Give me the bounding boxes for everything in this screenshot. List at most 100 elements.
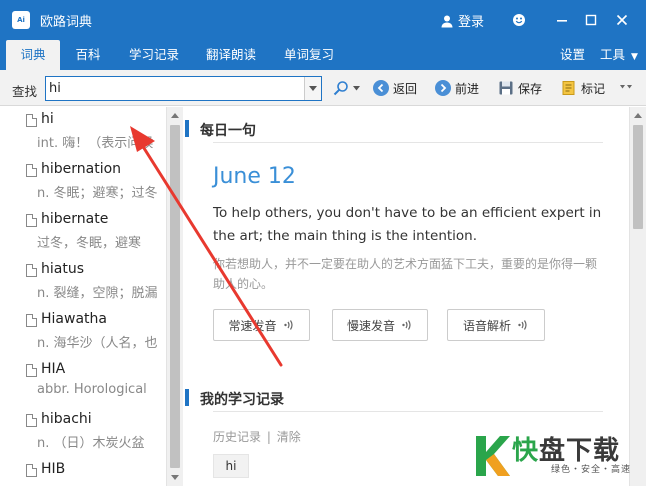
section-marker [185,120,189,137]
scroll-up-button[interactable] [630,107,646,123]
tab-translate-read[interactable]: 翻译朗读 [199,40,263,70]
toolbar-overflow-button[interactable] [620,78,632,98]
history-separator: | [266,430,271,444]
slow-speed-label: 慢速发音 [346,318,395,333]
watermark-brand-green: 快 [512,436,540,466]
history-label: 历史记录 [213,430,262,444]
search-box [45,76,322,101]
divider [213,411,603,412]
tab-word-review[interactable]: 单词复习 [277,40,341,70]
document-icon [26,464,37,477]
chevron-down-icon: ▼ [631,52,638,62]
minimize-button[interactable] [550,8,574,32]
divider [213,142,603,143]
word-list-definition: n. 裂缝，空隙；脱漏 [37,286,158,301]
user-icon [441,15,453,27]
word-list-word: hibachi [41,411,92,427]
forward-button[interactable]: 前进 [435,78,479,98]
word-list-word: Hiawatha [41,311,107,327]
document-icon [26,214,37,227]
mark-button[interactable]: 标记 [561,78,605,98]
word-list-definition: n. 冬眠；避寒；过冬 [37,186,158,201]
settings-menu[interactable]: 设置 [560,40,585,70]
chevron-down-icon [171,474,179,480]
document-icon [26,414,37,427]
watermark: 快盘下载 绿色・安全・高速 [468,426,646,486]
daily-date: June 12 [213,164,296,189]
watermark-logo-icon [476,436,510,476]
chevron-up-icon [171,112,179,118]
mark-label: 标记 [581,81,606,96]
voice-analysis-button[interactable]: 语音解析 [447,309,545,341]
word-list-word: hiatus [41,261,84,277]
smiley-icon [513,14,525,26]
search-icon [333,81,348,96]
daily-english-sentence: To help others, you don't have to be an … [213,205,602,244]
back-label: 返回 [393,81,418,96]
document-icon [26,364,37,377]
word-list-item[interactable]: Hiawatha n. 海华沙（人名，也 [0,309,166,359]
login-label: 登录 [458,15,485,30]
scroll-thumb[interactable] [633,125,643,229]
tools-label: 工具 [600,47,626,62]
tools-menu[interactable]: 工具 ▼ [600,40,638,70]
search-dropdown-button[interactable] [304,77,321,100]
mark-icon [562,81,575,95]
menu-bar: 词典 百科 学习记录 翻译朗读 单词复习 设置 工具 ▼ [0,40,646,70]
word-list-word: hi [41,111,54,127]
history-item-chip[interactable]: hi [213,454,249,478]
login-button[interactable]: 登录 [440,11,484,30]
scroll-thumb[interactable] [170,125,180,468]
chevron-down-icon [620,85,632,89]
maximize-icon [585,14,597,26]
speaker-icon [402,320,411,330]
document-icon [26,164,37,177]
word-list-definition: abbr. Horological [37,382,147,397]
word-list-word: HIB [41,461,66,477]
word-list-scrollbar[interactable] [166,107,183,486]
forward-label: 前进 [455,81,480,96]
word-list-item[interactable]: hibachi n. （日）木炭火盆 [0,409,166,459]
save-button[interactable]: 保存 [498,78,542,98]
word-list-item[interactable]: HIA abbr. Horological [0,359,166,409]
word-list-word: HIA [41,361,66,377]
save-icon [499,81,513,95]
tab-dictionary[interactable]: 词典 [6,40,60,70]
app-logo-icon: Ai [12,11,30,29]
close-button[interactable] [610,8,634,32]
word-list-definition: n. 海华沙（人名，也 [37,336,158,351]
study-records-title: 我的学习记录 [200,392,284,408]
scroll-up-button[interactable] [167,107,183,123]
search-label: 查找 [12,84,38,99]
document-icon [26,314,37,327]
scroll-down-button[interactable] [167,469,183,485]
minimize-icon [557,20,567,22]
skin-button[interactable] [507,8,531,32]
word-list-item[interactable]: hibernate 过冬，冬眠，避寒 [0,209,166,259]
back-button[interactable]: 返回 [373,78,417,98]
chevron-down-icon [353,85,360,90]
app-title: 欧路词典 [40,15,93,30]
search-button[interactable] [333,78,360,98]
word-list-item[interactable]: hibernation n. 冬眠；避寒；过冬 [0,159,166,209]
tab-encyclopedia[interactable]: 百科 [66,40,110,70]
word-list-item[interactable]: HIB [0,459,166,486]
normal-speed-label: 常速发音 [228,318,277,333]
clear-history-link[interactable]: 清除 [277,430,301,444]
word-list-word: hibernate [41,211,109,227]
watermark-slogan: 绿色・安全・高速 [551,465,632,475]
maximize-button[interactable] [579,8,603,32]
slow-speed-audio-button[interactable]: 慢速发音 [332,309,428,341]
word-list-definition: int. 嗨！（表示问候 [37,136,154,151]
word-list-pane: hi int. 嗨！（表示问候 hibernation n. 冬眠；避寒；过冬 hibe… [0,107,183,486]
normal-speed-audio-button[interactable]: 常速发音 [213,309,310,341]
back-icon [373,80,389,96]
search-input[interactable] [49,79,299,98]
chevron-down-icon [309,85,317,91]
tab-study-records[interactable]: 学习记录 [122,40,186,70]
word-list-definition: 过冬，冬眠，避寒 [37,236,142,251]
word-list-item[interactable]: hiatus n. 裂缝，空隙；脱漏 [0,259,166,309]
forward-icon [435,80,451,96]
document-icon [26,264,37,277]
word-list-item[interactable]: hi int. 嗨！（表示问候 [0,109,166,159]
